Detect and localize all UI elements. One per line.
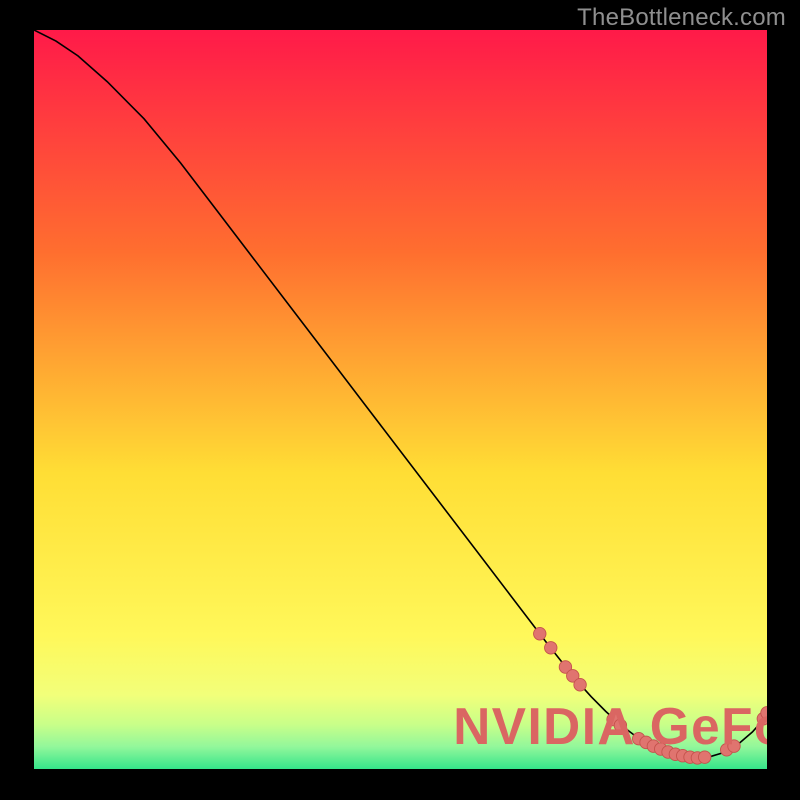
chart-plot: NVIDIA GeForce bbox=[34, 30, 767, 769]
data-marker bbox=[574, 678, 586, 691]
gradient-background bbox=[34, 30, 767, 769]
data-marker bbox=[545, 642, 557, 655]
data-marker bbox=[534, 627, 546, 640]
chart-frame: TheBottleneck.com NVIDIA GeForce bbox=[0, 0, 800, 800]
legend-label: NVIDIA GeForce bbox=[453, 697, 767, 755]
watermark-text: TheBottleneck.com bbox=[577, 4, 786, 32]
